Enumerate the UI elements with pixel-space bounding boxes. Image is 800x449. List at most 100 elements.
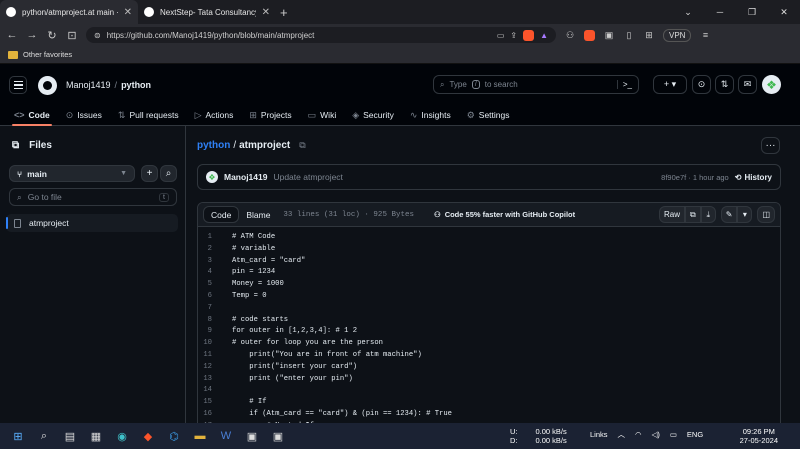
download-icon[interactable]: ⤓ xyxy=(700,206,716,223)
line-number[interactable]: 15 xyxy=(198,397,232,409)
line-number[interactable]: 7 xyxy=(198,303,232,315)
extensions-icon[interactable]: ⊞ xyxy=(643,30,655,41)
search-input[interactable]: ⌕ Type / to search >_ xyxy=(433,75,639,94)
add-file-button[interactable]: + xyxy=(141,165,158,182)
line-number[interactable]: 10 xyxy=(198,338,232,350)
tab-security[interactable]: ◈ Security xyxy=(352,104,394,126)
vscode-icon[interactable]: ⌬ xyxy=(164,426,184,446)
copy-path-icon[interactable]: ⧉ xyxy=(299,140,305,151)
commit-author[interactable]: Manoj1419 xyxy=(224,172,267,182)
wifi-icon[interactable]: ◠ xyxy=(635,430,642,439)
command-palette-icon[interactable]: >_ xyxy=(616,80,632,89)
edge-icon[interactable]: ◉ xyxy=(112,426,132,446)
line-number[interactable]: 4 xyxy=(198,267,232,279)
windows-start-icon[interactable]: ⊞ xyxy=(8,426,28,446)
history-button[interactable]: ⟲ History xyxy=(735,173,772,182)
chevron-down-icon[interactable]: ▾ xyxy=(737,206,753,223)
bookmark-icon[interactable]: ⊡ xyxy=(66,29,78,42)
language-indicator[interactable]: ENG xyxy=(687,430,703,439)
browser-tab-nextstep[interactable]: NextStep- Tata Consultancy Services ✕ xyxy=(138,0,276,24)
sidebar-toggle-icon[interactable]: ▯ xyxy=(623,30,635,41)
reload-icon[interactable]: ↻ xyxy=(46,29,58,42)
tab-insights[interactable]: ∿ Insights xyxy=(410,104,451,126)
cast-icon[interactable]: ▭ xyxy=(497,31,505,40)
app-icon[interactable]: ▣ xyxy=(268,426,288,446)
explorer-icon[interactable]: ▬ xyxy=(190,426,210,446)
close-tab-icon[interactable]: ✕ xyxy=(124,7,132,18)
issues-icon[interactable]: ⊙ xyxy=(692,75,711,94)
symbols-panel-icon[interactable]: ◫ xyxy=(757,206,775,223)
close-tab-icon[interactable]: ✕ xyxy=(262,7,270,18)
brave-shields-icon[interactable] xyxy=(523,29,535,41)
share-icon[interactable]: ⇪ xyxy=(510,31,517,40)
links-toolbar[interactable]: Links xyxy=(590,430,608,439)
browser-tab-github[interactable]: python/atmproject.at main · Ma ✕ xyxy=(0,0,138,24)
tab-projects[interactable]: ⊞ Projects xyxy=(249,104,291,126)
repo-name-link[interactable]: python xyxy=(121,80,151,90)
back-icon[interactable]: ← xyxy=(6,29,18,41)
pull-requests-icon[interactable]: ⇅ xyxy=(715,75,734,94)
battery-icon[interactable]: ▭ xyxy=(670,430,677,439)
line-number[interactable]: 12 xyxy=(198,362,232,374)
create-new-button[interactable]: + ▾ xyxy=(653,75,687,94)
inbox-icon[interactable]: ✉ xyxy=(738,75,757,94)
word-icon[interactable]: W xyxy=(216,426,236,446)
file-explorer-icon[interactable]: ▦ xyxy=(86,426,106,446)
youtube-extension-icon[interactable] xyxy=(584,29,595,41)
bookmark-folder-other[interactable]: Other favorites xyxy=(23,50,72,59)
tab-search-icon[interactable]: ⌄ xyxy=(672,0,704,24)
line-number[interactable]: 13 xyxy=(198,374,232,386)
line-number[interactable]: 16 xyxy=(198,409,232,421)
file-tree-item[interactable]: atmproject xyxy=(6,214,178,232)
tab-settings[interactable]: ⚙ Settings xyxy=(467,104,510,126)
collapse-sidebar-icon[interactable]: ⧉ xyxy=(12,140,19,151)
minimize-button[interactable]: ─ xyxy=(704,0,736,24)
tab-code[interactable]: <> Code xyxy=(12,104,52,126)
search-files-button[interactable]: ⌕ xyxy=(160,165,177,182)
app-icon[interactable]: ▣ xyxy=(242,426,262,446)
line-number[interactable]: 3 xyxy=(198,256,232,268)
code-tab[interactable]: Code xyxy=(203,206,240,223)
forward-icon[interactable]: → xyxy=(26,29,38,41)
line-number[interactable]: 9 xyxy=(198,326,232,338)
go-to-file-input[interactable]: ⌕ Go to file t xyxy=(9,188,177,206)
repo-owner-link[interactable]: Manoj1419 xyxy=(66,80,111,90)
tab-actions[interactable]: ▷ Actions xyxy=(195,104,234,126)
copy-icon[interactable]: ⧉ xyxy=(685,206,701,223)
line-number[interactable]: 14 xyxy=(198,385,232,397)
line-number[interactable]: 11 xyxy=(198,350,232,362)
menu-button[interactable] xyxy=(9,76,27,94)
vpn-button[interactable]: VPN xyxy=(663,28,692,42)
new-tab-button[interactable]: + xyxy=(280,5,288,20)
menu-icon[interactable]: ≡ xyxy=(699,30,711,40)
blame-tab[interactable]: Blame xyxy=(239,206,277,223)
commit-meta[interactable]: 8f90e7f · 1 hour ago xyxy=(661,173,729,182)
chevron-up-icon[interactable]: ︿ xyxy=(618,429,626,440)
maximize-button[interactable]: ❐ xyxy=(736,0,768,24)
line-number[interactable]: 8 xyxy=(198,315,232,327)
tab-wiki[interactable]: ▭ Wiki xyxy=(308,104,337,126)
brave-icon[interactable]: ◆ xyxy=(138,426,158,446)
repo-link[interactable]: python xyxy=(197,140,230,151)
github-logo-icon[interactable] xyxy=(38,76,57,95)
avatar[interactable]: ❖ xyxy=(762,75,781,94)
search-icon[interactable]: ⌕ xyxy=(34,426,54,446)
close-window-button[interactable]: ✕ xyxy=(768,0,800,24)
clock[interactable]: 09:26 PM 27-05-2024 xyxy=(740,427,778,445)
notepad-icon[interactable]: ▤ xyxy=(60,426,80,446)
avatar[interactable]: ❖ xyxy=(206,171,218,183)
tab-issues[interactable]: ⊙ Issues xyxy=(66,104,102,126)
line-number[interactable]: 1 xyxy=(198,232,232,244)
copilot-link[interactable]: ⚇ Code 55% faster with GitHub Copilot xyxy=(434,210,575,219)
raw-button[interactable]: Raw xyxy=(659,206,686,223)
brave-rewards-icon[interactable]: ▲ xyxy=(540,31,548,40)
branch-selector[interactable]: ⑂ main ▼ xyxy=(9,165,135,182)
extension-icon[interactable]: ⚇ xyxy=(564,30,576,41)
line-number[interactable]: 2 xyxy=(198,244,232,256)
tab-pull-requests[interactable]: ⇅ Pull requests xyxy=(118,104,179,126)
line-number[interactable]: 6 xyxy=(198,291,232,303)
edit-icon[interactable]: ✎ xyxy=(720,206,738,223)
line-number[interactable]: 5 xyxy=(198,279,232,291)
more-options-button[interactable]: ··· xyxy=(761,137,780,154)
commit-message[interactable]: Update atmproject xyxy=(273,172,342,182)
